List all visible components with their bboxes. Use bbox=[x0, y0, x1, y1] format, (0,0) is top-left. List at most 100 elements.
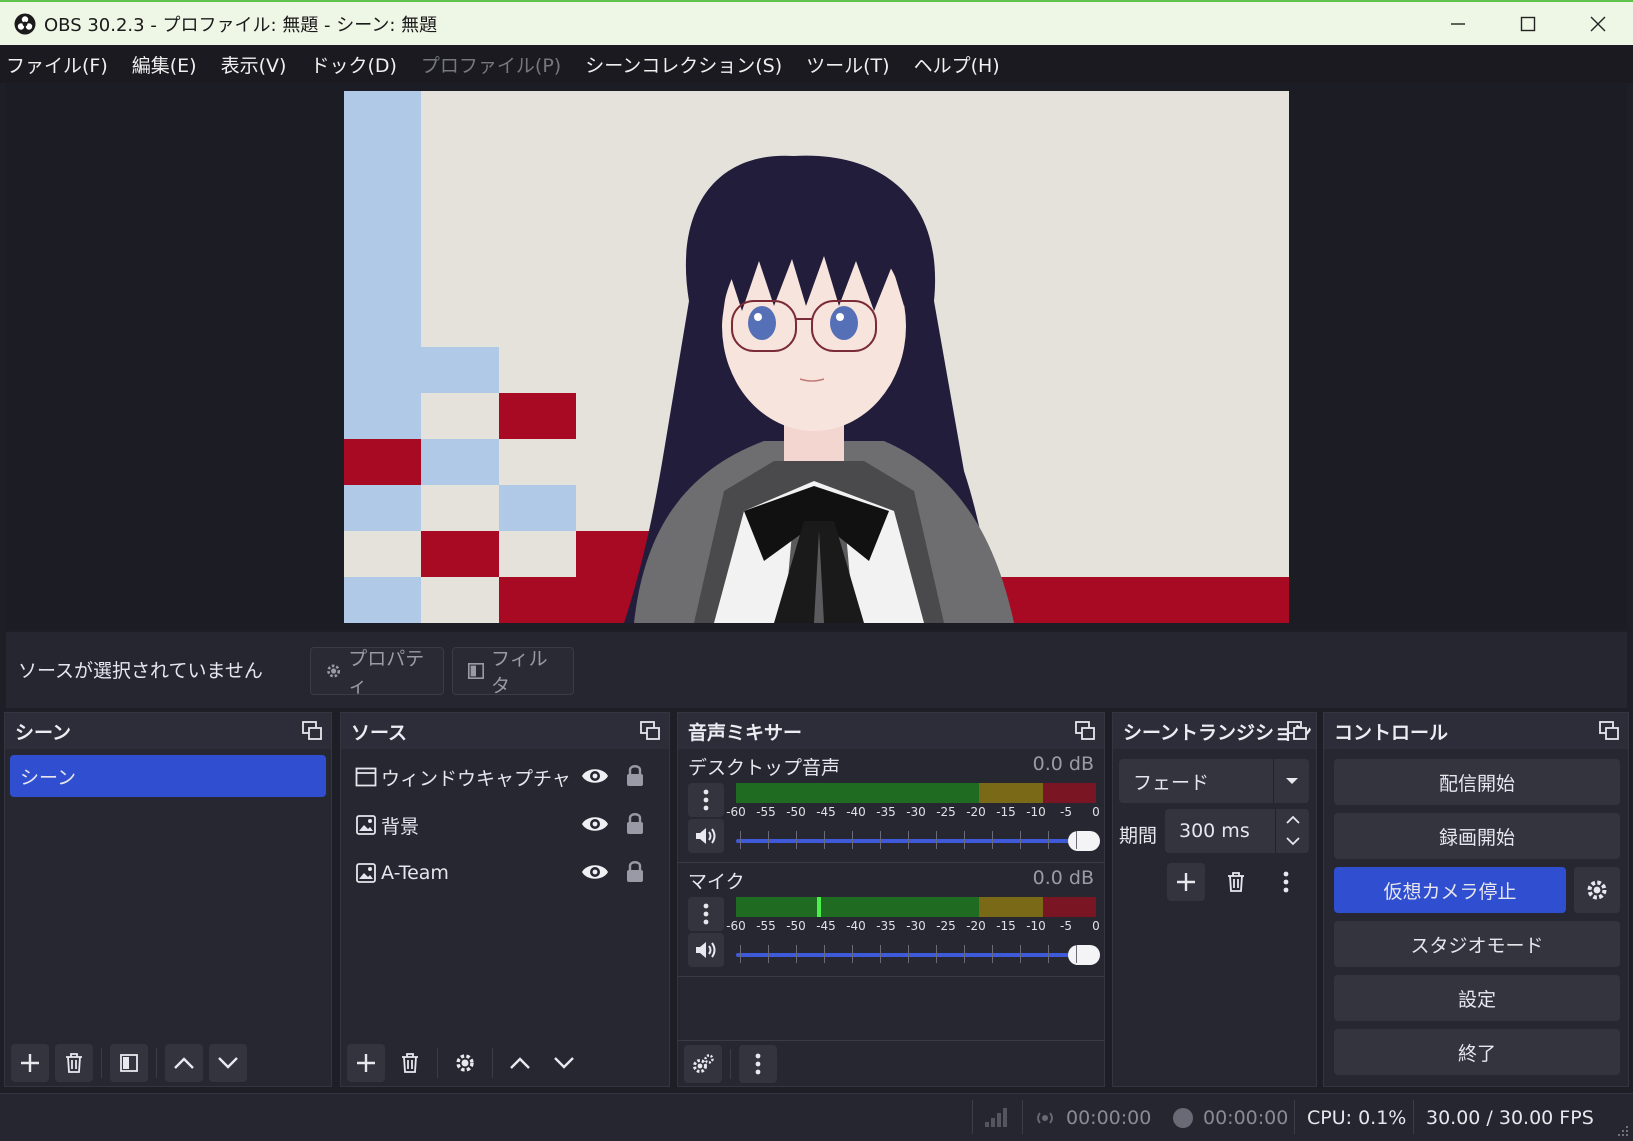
source-properties-button[interactable] bbox=[446, 1044, 484, 1082]
properties-button[interactable]: プロパティ bbox=[310, 647, 444, 697]
filter-icon bbox=[467, 662, 484, 680]
audio-mixer-footer bbox=[678, 1040, 1104, 1086]
spin-down-icon[interactable] bbox=[1286, 836, 1300, 846]
undock-icon[interactable] bbox=[639, 720, 661, 742]
mute-button[interactable] bbox=[688, 819, 724, 853]
meter-tick-label: -20 bbox=[966, 919, 986, 933]
start-streaming-button[interactable]: 配信開始 bbox=[1334, 759, 1620, 805]
studio-mode-button[interactable]: スタジオモード bbox=[1334, 921, 1620, 967]
meter-tick-label: -5 bbox=[1060, 919, 1072, 933]
meter-tick-label: -25 bbox=[936, 919, 956, 933]
undock-icon[interactable] bbox=[1074, 720, 1096, 742]
slider-tick bbox=[852, 831, 853, 849]
controls-title: コントロール bbox=[1334, 721, 1449, 744]
mixer-menu-button[interactable] bbox=[739, 1044, 777, 1083]
meter-tick-label: -20 bbox=[966, 805, 986, 819]
properties-label: プロパティ bbox=[348, 648, 425, 697]
stop-virtual-camera-button[interactable]: 仮想カメラ停止 bbox=[1334, 867, 1566, 913]
kebab-menu-icon bbox=[703, 789, 709, 811]
program-preview[interactable] bbox=[344, 91, 1289, 623]
menu-docks[interactable]: ドック(D) bbox=[310, 51, 396, 78]
undock-icon[interactable] bbox=[301, 720, 323, 742]
lock-icon[interactable] bbox=[625, 763, 645, 787]
undock-icon[interactable] bbox=[1286, 720, 1308, 742]
resize-grip-icon[interactable] bbox=[1617, 1125, 1629, 1137]
source-item-label: A-Team bbox=[381, 862, 449, 884]
spin-up-icon[interactable] bbox=[1286, 815, 1300, 825]
duration-input[interactable]: 300 ms bbox=[1165, 809, 1309, 853]
advanced-audio-button[interactable] bbox=[684, 1044, 722, 1083]
menu-tools[interactable]: ツール(T) bbox=[806, 51, 889, 78]
volume-slider[interactable] bbox=[736, 945, 1100, 965]
trash-icon bbox=[402, 1053, 418, 1073]
source-item[interactable]: 背景 bbox=[341, 801, 669, 849]
slider-tick bbox=[740, 831, 741, 849]
add-source-button[interactable] bbox=[347, 1044, 385, 1082]
close-button[interactable] bbox=[1563, 2, 1633, 45]
minimize-icon bbox=[1451, 22, 1465, 25]
volume-slider-handle[interactable] bbox=[1068, 831, 1100, 851]
channel-name: デスクトップ音声 bbox=[688, 757, 841, 779]
menu-file[interactable]: ファイル(F) bbox=[6, 51, 108, 78]
mute-button[interactable] bbox=[688, 933, 724, 967]
exit-button[interactable]: 終了 bbox=[1334, 1029, 1620, 1075]
scene-filters-button[interactable] bbox=[110, 1044, 148, 1082]
meter-red bbox=[1043, 783, 1096, 803]
controls-dock: コントロール 配信開始 録画開始 仮想カメラ停止 スタジオモード 設定 終了 bbox=[1323, 712, 1629, 1087]
studio-mode-label: スタジオモード bbox=[1410, 934, 1544, 957]
scene-list-item[interactable]: シーン bbox=[10, 755, 326, 797]
add-scene-button[interactable] bbox=[11, 1044, 49, 1082]
start-recording-button[interactable]: 録画開始 bbox=[1334, 813, 1620, 859]
channel-menu-button[interactable] bbox=[688, 897, 724, 931]
minimize-button[interactable] bbox=[1423, 2, 1493, 45]
maximize-button[interactable] bbox=[1493, 2, 1563, 45]
filter-icon bbox=[120, 1054, 138, 1072]
move-scene-down-button[interactable] bbox=[209, 1044, 247, 1082]
volume-slider-handle[interactable] bbox=[1068, 945, 1100, 965]
volume-slider[interactable] bbox=[736, 831, 1100, 851]
record-dot-icon bbox=[1173, 1108, 1193, 1128]
lock-icon[interactable] bbox=[625, 859, 645, 883]
move-scene-up-button[interactable] bbox=[165, 1044, 203, 1082]
menu-help[interactable]: ヘルプ(H) bbox=[914, 51, 1000, 78]
menu-edit[interactable]: 編集(E) bbox=[132, 51, 197, 78]
dropdown-arrow[interactable] bbox=[1273, 759, 1309, 803]
settings-button[interactable]: 設定 bbox=[1334, 975, 1620, 1021]
duration-spinner[interactable] bbox=[1275, 809, 1309, 853]
status-divider bbox=[1022, 1100, 1023, 1134]
preview-area[interactable] bbox=[6, 83, 1627, 630]
add-transition-button[interactable] bbox=[1167, 863, 1205, 901]
transition-select[interactable]: フェード bbox=[1119, 759, 1309, 803]
slider-tick bbox=[880, 831, 881, 849]
remove-scene-button[interactable] bbox=[55, 1044, 93, 1082]
slider-tick bbox=[740, 945, 741, 963]
sources-dock-footer bbox=[341, 1040, 669, 1086]
status-divider bbox=[1413, 1100, 1414, 1134]
remove-transition-button[interactable] bbox=[1217, 863, 1255, 901]
menu-view[interactable]: 表示(V) bbox=[221, 51, 287, 78]
transition-menu-button[interactable] bbox=[1267, 863, 1305, 901]
visibility-eye-icon[interactable] bbox=[581, 766, 609, 786]
menu-scene-collection[interactable]: シーンコレクション(S) bbox=[585, 51, 782, 78]
kebab-menu-icon bbox=[703, 903, 709, 925]
lock-icon[interactable] bbox=[625, 811, 645, 835]
source-item[interactable]: ウィンドウキャプチャ bbox=[341, 753, 669, 801]
visibility-eye-icon[interactable] bbox=[581, 814, 609, 834]
trash-icon bbox=[66, 1053, 82, 1073]
duration-label: 期間 bbox=[1119, 825, 1158, 847]
visibility-eye-icon[interactable] bbox=[581, 862, 609, 882]
plus-icon bbox=[1177, 873, 1195, 891]
virtual-camera-settings-button[interactable] bbox=[1574, 867, 1620, 913]
scenes-dock-header: シーン bbox=[5, 713, 331, 749]
source-item[interactable]: A-Team bbox=[341, 849, 669, 897]
chevron-up-icon bbox=[510, 1057, 530, 1069]
move-source-down-button[interactable] bbox=[545, 1044, 583, 1082]
channel-menu-button[interactable] bbox=[688, 783, 724, 817]
settings-label: 設定 bbox=[1457, 988, 1496, 1011]
undock-icon[interactable] bbox=[1598, 720, 1620, 742]
move-source-up-button[interactable] bbox=[501, 1044, 539, 1082]
sources-dock-title: ソース bbox=[351, 721, 408, 744]
remove-source-button[interactable] bbox=[391, 1044, 429, 1082]
source-item-label: 背景 bbox=[381, 815, 420, 838]
filters-button[interactable]: フィルタ bbox=[452, 647, 574, 697]
